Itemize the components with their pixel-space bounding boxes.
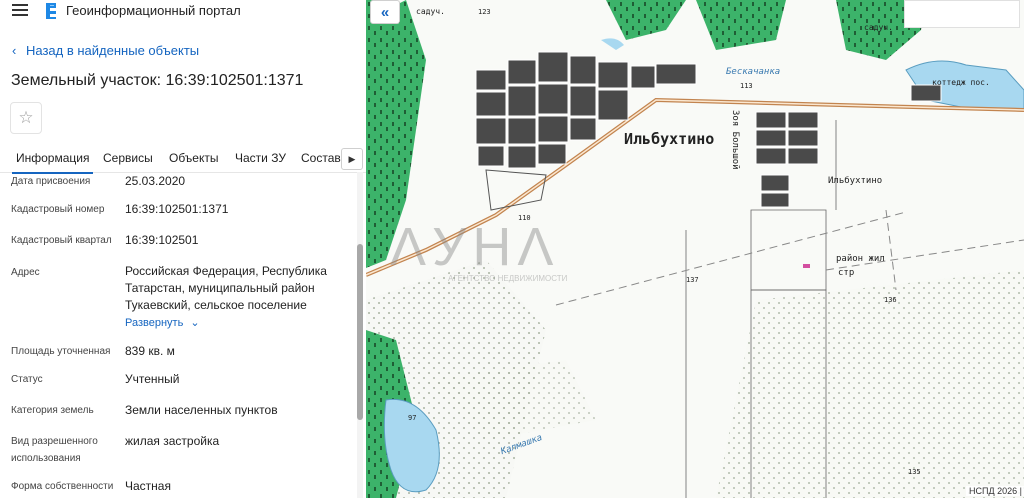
ownership-label: Форма собственности	[11, 481, 114, 492]
street-label: Зоя Большой	[730, 110, 740, 170]
date-value: 25.03.2020	[125, 174, 186, 188]
expand-address-link[interactable]: Развернуть ⌄	[125, 316, 200, 329]
menu-icon[interactable]	[12, 4, 28, 18]
sidebar-header: Геоинформационный портал	[0, 0, 366, 22]
cadastral-number-value: 16:39:102501:1371	[125, 202, 229, 216]
map-number: 110	[518, 214, 531, 222]
map-number: 137	[686, 276, 699, 284]
map-search-box[interactable]	[904, 0, 1020, 28]
address-value-line2: Татарстан, муниципальный район	[125, 281, 315, 295]
app-title: Геоинформационный портал	[66, 3, 241, 18]
map-number: 113	[740, 82, 753, 90]
address-value-line1: Российская Федерация, Республика	[125, 264, 327, 278]
permitted-use-label-line1: Вид разрешенного	[11, 436, 98, 447]
land-category-label: Категория земель	[11, 405, 94, 416]
page-title: Земельный участок: 16:39:102501:1371	[11, 72, 304, 89]
cadastral-number-label: Кадастровый номер	[11, 204, 105, 215]
village-label: Ильбухтино	[624, 130, 715, 148]
cadastral-block-value: 16:39:102501	[125, 233, 199, 247]
garden-label-1: садуч.	[416, 7, 445, 16]
chevron-down-icon: ⌄	[190, 317, 200, 329]
land-category-value: Земли населенных пунктов	[125, 403, 278, 417]
chevron-left-icon: ‹	[12, 43, 17, 58]
date-label: Дата присвоения	[11, 176, 91, 187]
tabs-scroll-right-button[interactable]: ▶	[341, 148, 363, 170]
favorite-button[interactable]: ☆	[10, 102, 42, 134]
map-number: 97	[408, 414, 417, 422]
expand-address-label: Развернуть	[125, 317, 184, 329]
zone-label-line2: стр	[838, 268, 855, 278]
tab-bar: Информация Сервисы Объекты Части ЗУ Сост…	[0, 146, 366, 174]
address-value-line3: Тукаевский, сельское поселение	[125, 298, 307, 312]
status-label: Статус	[11, 374, 43, 385]
zone-label-line1: район жил	[836, 254, 885, 264]
portal-logo-icon	[46, 3, 56, 19]
map-number: 123	[478, 8, 491, 16]
map-copyright: НСПД 2026 |	[966, 486, 1024, 496]
river-label-beskachanka: Бескачанка	[726, 67, 781, 77]
permitted-use-label-line2: использования	[11, 453, 81, 464]
area-value: 839 кв. м	[125, 344, 175, 358]
cottage-label: коттедж пос.	[932, 78, 990, 87]
status-value: Учтенный	[125, 372, 180, 386]
garden-label-2: садуч.	[864, 23, 893, 32]
back-to-results-link[interactable]: ‹ Назад в найденные объекты	[12, 43, 199, 58]
tab-parts[interactable]: Части ЗУ	[235, 151, 286, 165]
sidebar-panel: Геоинформационный портал ‹ Назад в найден…	[0, 0, 367, 498]
small-village-label: Ильбухтино	[828, 176, 883, 186]
scrollbar-thumb[interactable]	[357, 244, 363, 420]
back-link-label: Назад в найденные объекты	[26, 43, 200, 58]
tab-composition[interactable]: Состав	[301, 151, 341, 165]
map-canvas[interactable]	[366, 0, 1024, 498]
cadastral-block-label: Кадастровый квартал	[11, 235, 112, 246]
star-icon: ☆	[18, 108, 34, 127]
map-view[interactable]: Ильбухтино Ильбухтино Зоя Большой район …	[366, 0, 1024, 498]
address-label: Адрес	[11, 267, 40, 278]
ownership-value: Частная	[125, 479, 171, 493]
double-chevron-left-icon: «	[380, 3, 390, 21]
tab-objects[interactable]: Объекты	[169, 151, 219, 165]
collapse-sidebar-button[interactable]: «	[370, 0, 400, 24]
map-number: 136	[884, 296, 897, 304]
tab-services[interactable]: Сервисы	[103, 151, 153, 165]
tab-information[interactable]: Информация	[11, 151, 94, 174]
area-label: Площадь уточненная	[11, 346, 111, 357]
map-number: 135	[908, 468, 921, 476]
permitted-use-value: жилая застройка	[125, 434, 220, 448]
triangle-right-icon: ▶	[348, 153, 356, 164]
